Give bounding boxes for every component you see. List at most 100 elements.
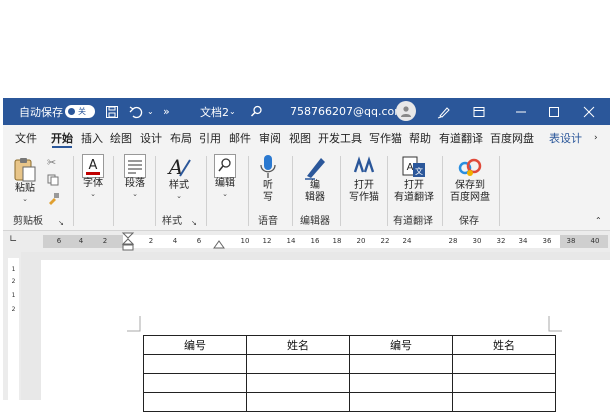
table-row: [143, 354, 556, 374]
right-indent-marker-icon[interactable]: [213, 239, 225, 249]
ruler-tick: 12: [262, 237, 272, 245]
tab-help[interactable]: 帮助: [409, 125, 431, 152]
tab-mailings[interactable]: 邮件: [229, 125, 251, 152]
undo-dropdown-icon[interactable]: ⌄: [147, 98, 154, 125]
table-row: [143, 373, 556, 393]
ruler-tick: 20: [356, 237, 366, 245]
table-cell[interactable]: 编号: [143, 335, 247, 355]
undo-icon[interactable]: [129, 98, 143, 125]
tab-layout[interactable]: 布局: [170, 125, 192, 152]
table-cell[interactable]: [452, 392, 556, 412]
table-cell[interactable]: [246, 354, 350, 374]
table-cell[interactable]: 编号: [349, 335, 453, 355]
ribbon-divider: [155, 156, 156, 226]
table-cell[interactable]: [143, 392, 247, 412]
table-cell[interactable]: [452, 354, 556, 374]
ribbon-divider: [248, 156, 249, 226]
autosave-label: 自动保存: [19, 105, 63, 119]
open-youdao-button[interactable]: A文 打开 有道翻译: [392, 154, 436, 204]
ribbon-display-icon[interactable]: [473, 98, 485, 125]
table-cell[interactable]: [246, 392, 350, 412]
tab-selector-icon[interactable]: ∟: [9, 234, 17, 245]
tab-view[interactable]: 视图: [289, 125, 311, 152]
copy-icon[interactable]: [47, 174, 59, 186]
ribbon-divider: [442, 156, 443, 226]
ribbon-divider: [206, 156, 207, 226]
autosave-state: 关: [78, 107, 86, 116]
tab-developer[interactable]: 开发工具: [318, 125, 362, 152]
maximize-icon[interactable]: [548, 98, 560, 125]
table-cell[interactable]: 姓名: [452, 335, 556, 355]
ribbon-divider: [340, 156, 341, 226]
paste-button[interactable]: 粘贴 ⌄: [12, 157, 38, 203]
document-page[interactable]: 编号 姓名 编号 姓名: [41, 260, 610, 412]
pen-icon[interactable]: [437, 98, 451, 125]
horizontal-ruler[interactable]: ∟ 6 4 2 2 4 6 10 12 14 16 18 20 22 24 28 30 32 34 36 38 40: [3, 231, 610, 252]
tab-table-design[interactable]: 表设计: [549, 125, 582, 152]
vruler-tick: 1: [11, 292, 16, 299]
baidu-cloud-icon: [458, 158, 482, 176]
autosave-toggle[interactable]: 关: [65, 98, 95, 125]
table-cell[interactable]: [143, 373, 247, 393]
paste-dropdown-icon[interactable]: ⌄: [12, 195, 38, 203]
editor-button[interactable]: 编 辑器: [303, 154, 327, 204]
document-title: 文档2: [200, 105, 229, 119]
ribbon: 粘贴 ⌄ ✂ 剪贴板 ↘ A 字体 ⌄ 段落 ⌄ A 样式 ⌄ 样式 ↘ 编辑: [3, 152, 610, 231]
table-cell[interactable]: [143, 354, 247, 374]
vruler-tick: 2: [11, 278, 16, 285]
font-button[interactable]: A 字体 ⌄: [78, 154, 108, 198]
editing-button[interactable]: 编辑 ⌄: [210, 154, 240, 198]
tab-draw[interactable]: 绘图: [110, 125, 132, 152]
tab-youdao[interactable]: 有道翻译: [439, 125, 483, 152]
ribbon-divider: [499, 156, 500, 226]
tab-xiezuomao[interactable]: 写作猫: [369, 125, 402, 152]
ruler-tick: 10: [240, 237, 250, 245]
tab-review[interactable]: 审阅: [259, 125, 281, 152]
tab-baidu[interactable]: 百度网盘: [490, 125, 534, 152]
ribbon-tabs: 文件 开始 插入 绘图 设计 布局 引用 邮件 审阅 视图 开发工具 写作猫 帮…: [3, 125, 610, 152]
clipboard-group-label: 剪贴板: [13, 216, 43, 227]
more-commands[interactable]: »: [163, 98, 170, 125]
minimize-icon[interactable]: [515, 98, 527, 125]
title-dropdown-icon[interactable]: ⌄: [229, 98, 236, 125]
save-to-baidu-button[interactable]: 保存到 百度网盘: [448, 154, 492, 204]
ruler-tick: 6: [56, 237, 62, 245]
tab-design[interactable]: 设计: [140, 125, 162, 152]
paragraph-button[interactable]: 段落 ⌄: [120, 154, 150, 198]
avatar[interactable]: [396, 101, 416, 121]
table-cell[interactable]: 姓名: [246, 335, 350, 355]
format-painter-icon[interactable]: [47, 192, 60, 205]
open-xiezuomao-button[interactable]: 打开 写作猫: [346, 154, 382, 204]
ruler-tick: 2: [102, 237, 108, 245]
table-cell[interactable]: [349, 373, 453, 393]
tab-home[interactable]: 开始: [51, 125, 73, 152]
user-account[interactable]: 758766207@qq.com: [290, 98, 405, 125]
svg-text:A: A: [89, 158, 98, 173]
table-cell[interactable]: [349, 354, 453, 374]
close-icon[interactable]: [583, 98, 595, 125]
ruler-tick: 6: [196, 237, 202, 245]
tab-references[interactable]: 引用: [199, 125, 221, 152]
table-row: [143, 392, 556, 412]
ruler-tick: 34: [518, 237, 528, 245]
clipboard-launcher-icon[interactable]: ↘: [58, 219, 64, 227]
document-table[interactable]: 编号 姓名 编号 姓名: [143, 335, 556, 412]
translate-icon: A文: [402, 156, 425, 177]
ribbon-scroll-right-icon[interactable]: ›: [594, 125, 598, 152]
dictate-button[interactable]: 听 写: [258, 154, 278, 204]
search-icon[interactable]: [250, 98, 263, 125]
styles-launcher-icon[interactable]: ↘: [191, 219, 197, 227]
styles-button[interactable]: A 样式 ⌄: [164, 154, 194, 200]
table-cell[interactable]: [349, 392, 453, 412]
editor-label-1: 编: [310, 180, 320, 191]
tab-insert[interactable]: 插入: [81, 125, 103, 152]
save-icon[interactable]: [105, 98, 119, 125]
vertical-ruler[interactable]: 1 2 1 2: [3, 252, 21, 400]
paste-label: 粘贴: [15, 183, 35, 194]
table-cell[interactable]: [246, 373, 350, 393]
indent-marker-icon[interactable]: [121, 232, 135, 252]
tab-file[interactable]: 文件: [15, 125, 37, 152]
cut-icon[interactable]: ✂: [47, 157, 56, 169]
collapse-ribbon-icon[interactable]: ⌃: [595, 216, 602, 225]
table-cell[interactable]: [452, 373, 556, 393]
